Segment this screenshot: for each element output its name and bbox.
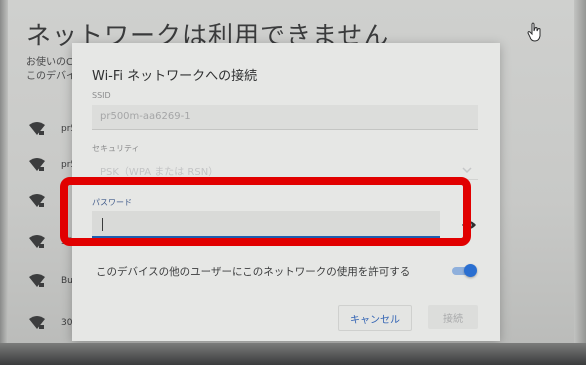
wifi-locked-icon [29, 274, 45, 287]
wifi-locked-icon [29, 158, 45, 171]
wifi-locked-icon [29, 316, 45, 329]
wifi-locked-icon [29, 235, 45, 248]
toggle-knob [464, 264, 477, 277]
hand-cursor-icon [527, 22, 541, 42]
security-label: セキュリティ [92, 144, 140, 153]
connect-button[interactable]: 接続 [428, 305, 478, 329]
security-select[interactable]: PSK（WPA または RSN） [100, 163, 218, 178]
ssid-field[interactable]: pr500m-aa6269-1 [92, 105, 478, 130]
share-network-label: このデバイスの他のユーザーにこのネットワークの使用を許可する [96, 266, 411, 278]
ssid-label: SSID [92, 91, 111, 100]
wifi-locked-icon [29, 122, 45, 135]
red-highlight-annotation [60, 177, 471, 246]
dialog-title: Wi-Fi ネットワークへの接続 [92, 69, 258, 84]
chevron-down-icon[interactable] [462, 166, 472, 174]
cancel-button[interactable]: キャンセル [338, 305, 412, 331]
bottom-bezel [0, 343, 586, 365]
left-bezel [0, 0, 8, 365]
share-network-toggle[interactable] [452, 264, 477, 277]
right-bezel [574, 0, 586, 365]
ssid-value: pr500m-aa6269-1 [100, 111, 191, 122]
wifi-locked-icon [29, 194, 45, 207]
